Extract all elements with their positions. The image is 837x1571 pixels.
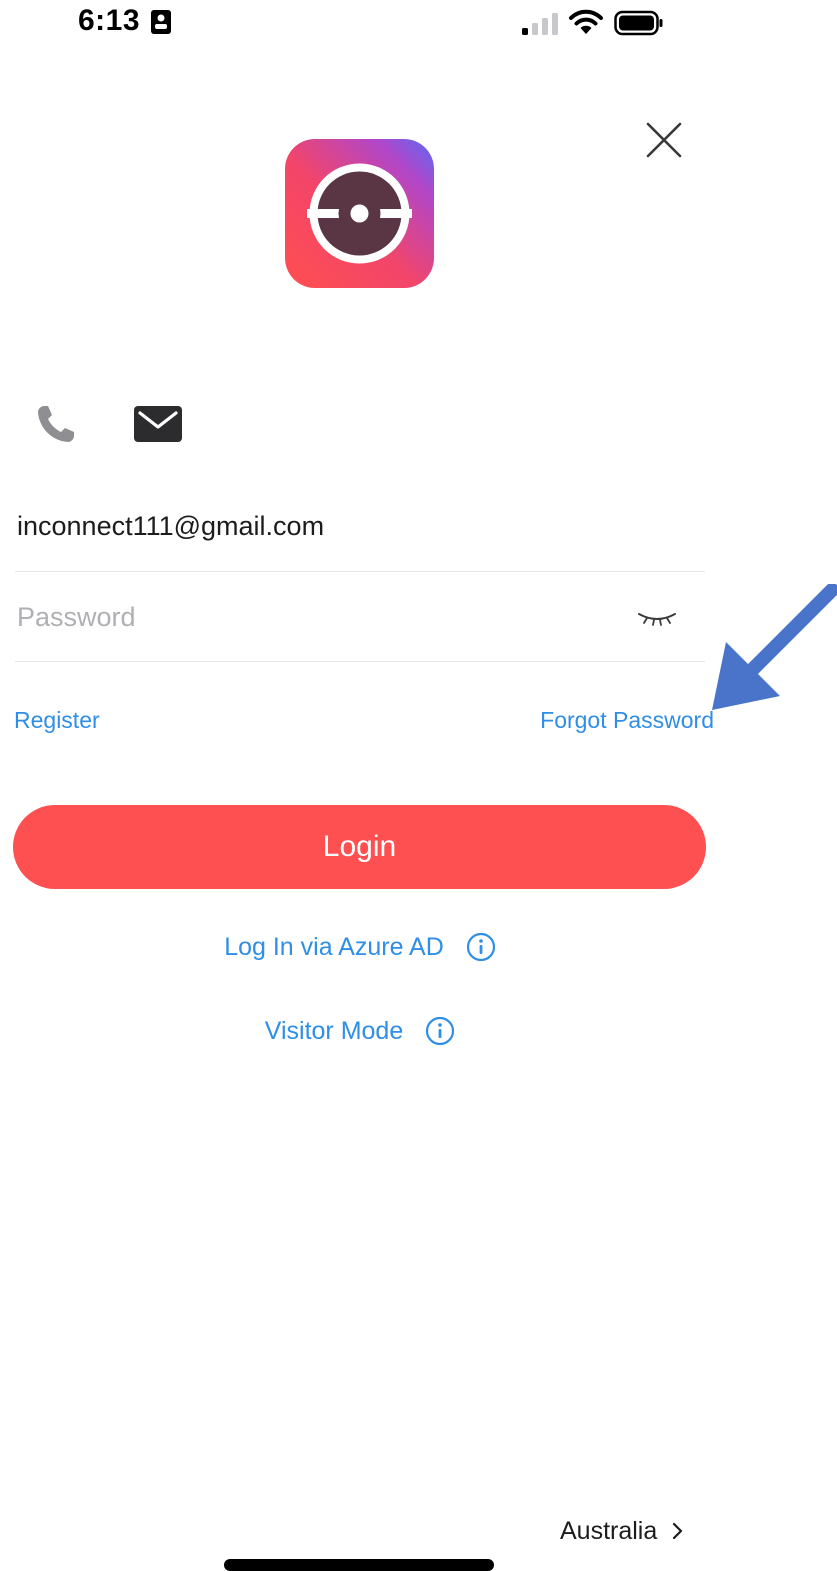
visitor-mode-link[interactable]: Visitor Mode — [0, 1011, 720, 1051]
azure-login-label: Log In via Azure AD — [224, 932, 444, 961]
forgot-password-link[interactable]: Forgot Password — [540, 707, 714, 734]
battery-icon — [614, 10, 663, 36]
annotation-arrow-icon — [712, 584, 837, 710]
phone-icon[interactable] — [34, 402, 78, 446]
close-icon[interactable] — [640, 116, 688, 164]
wifi-icon — [569, 9, 603, 34]
envelope-icon[interactable] — [134, 406, 182, 442]
info-icon[interactable] — [425, 1016, 455, 1046]
chevron-right-icon — [673, 1522, 683, 1540]
eye-closed-icon[interactable] — [637, 608, 677, 628]
status-bar: 6:13 — [0, 0, 837, 60]
contact-card-icon — [151, 10, 171, 34]
azure-login-link[interactable]: Log In via Azure AD — [0, 927, 720, 967]
region-selector[interactable]: Australia — [560, 1512, 685, 1550]
password-field[interactable] — [15, 572, 705, 662]
register-link[interactable]: Register — [14, 707, 100, 734]
region-label: Australia — [560, 1516, 658, 1545]
home-indicator — [224, 1559, 494, 1571]
visitor-mode-label: Visitor Mode — [264, 1016, 404, 1045]
app-logo — [285, 139, 434, 288]
info-icon[interactable] — [466, 932, 496, 962]
email-input[interactable] — [17, 496, 617, 556]
status-time: 6:13 — [78, 4, 141, 37]
email-field[interactable] — [15, 484, 705, 572]
cellular-signal-icon — [522, 13, 558, 35]
login-button[interactable]: Login — [13, 805, 706, 889]
password-input[interactable] — [17, 587, 617, 647]
